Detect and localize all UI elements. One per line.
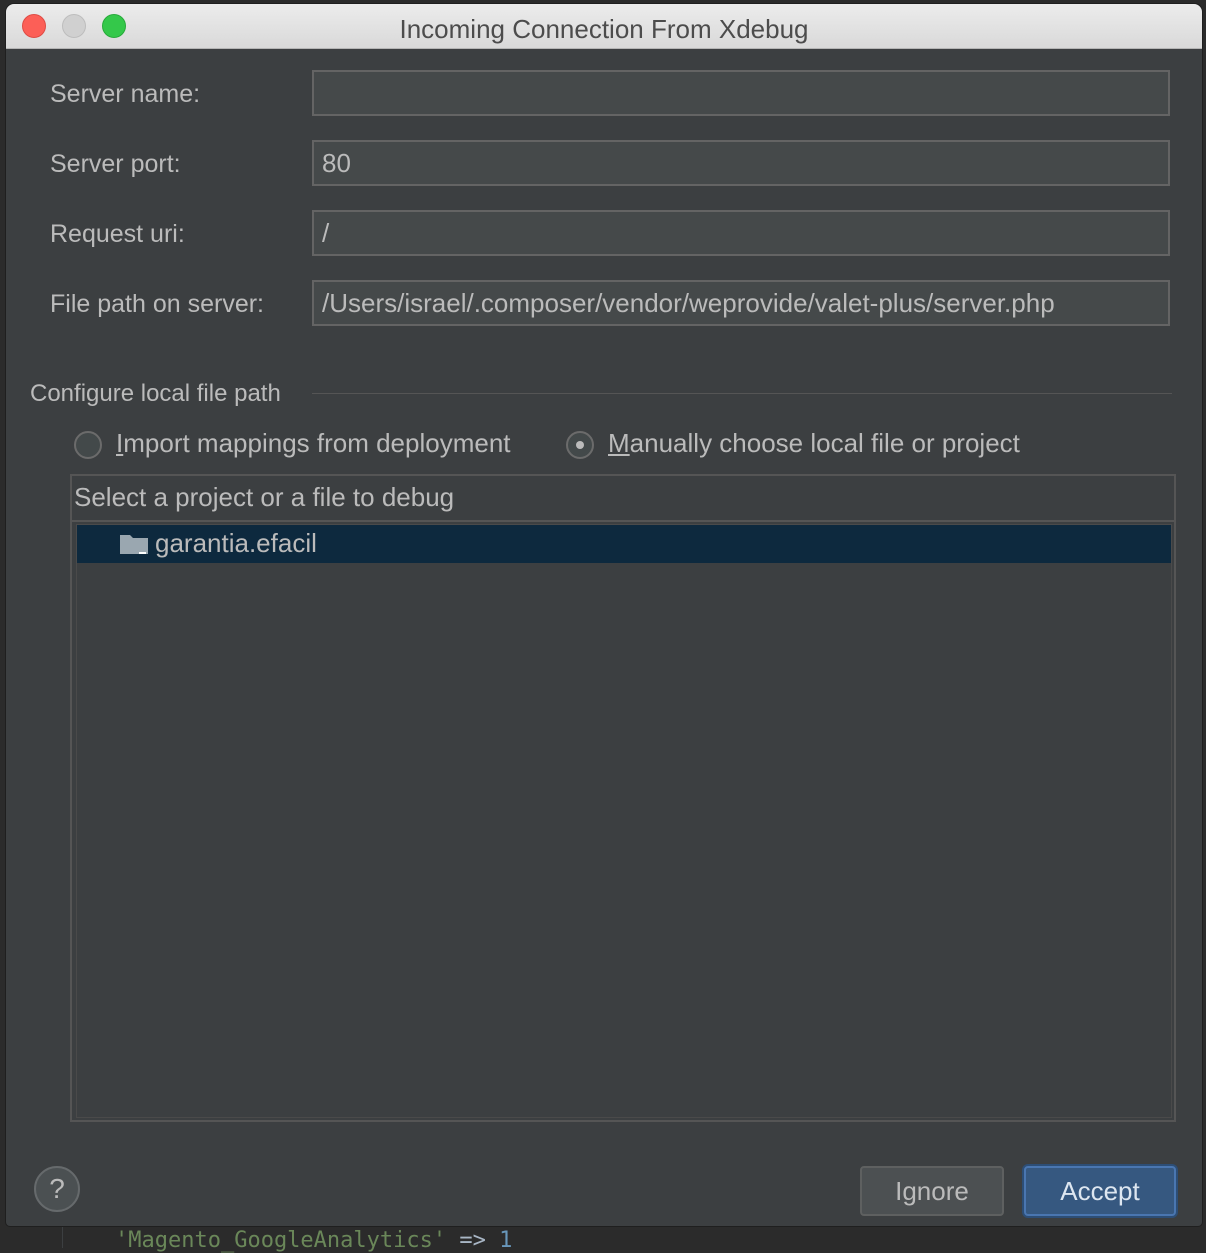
section-divider [312,393,1172,394]
code-string: 'Magento_GoogleAnalytics' [115,1228,447,1253]
manual-choose-radio[interactable] [566,431,594,459]
request-uri-label: Request uri: [50,220,185,248]
section-title: Configure local file path [30,380,281,407]
title-bar: Incoming Connection From Xdebug [6,4,1202,49]
background-editor-code: 'Magento_GoogleAnalytics' => 1 [115,1228,512,1253]
ignore-button[interactable]: Ignore [860,1166,1004,1216]
server-port-label: Server port: [50,150,181,178]
tree-item-label: garantia.efacil [155,528,317,558]
server-name-field[interactable] [312,70,1170,116]
tree-item-garantia-efacil[interactable]: garantia.efacil [77,525,1171,563]
code-operator: => [459,1228,486,1253]
folder-icon [120,535,148,554]
manual-choose-label[interactable]: Manually choose local file or project [608,428,1020,459]
dialog-title: Incoming Connection From Xdebug [399,14,809,44]
import-mappings-label[interactable]: Import mappings from deployment [116,428,511,459]
file-path-field[interactable]: /Users/israel/.composer/vendor/weprovide… [312,280,1170,326]
server-name-label: Server name: [50,80,201,108]
tree-header: Select a project or a file to debug [72,476,1174,522]
accept-button[interactable]: Accept [1024,1166,1176,1216]
import-label-text: mport mappings from deployment [123,428,511,458]
manual-label-text: anually choose local file or project [629,428,1020,458]
request-uri-field[interactable]: / [312,210,1170,256]
xdebug-dialog: Incoming Connection From Xdebug Server n… [6,4,1202,1226]
file-path-label: File path on server: [50,290,264,318]
project-tree[interactable]: garantia.efacil [76,524,1172,1118]
server-port-field[interactable]: 80 [312,140,1170,186]
project-tree-panel: Select a project or a file to debug gara… [70,474,1176,1122]
import-mappings-radio[interactable] [74,431,102,459]
code-number: 1 [499,1228,513,1253]
manual-mnemonic: M [608,428,630,458]
help-button[interactable]: ? [34,1166,80,1212]
